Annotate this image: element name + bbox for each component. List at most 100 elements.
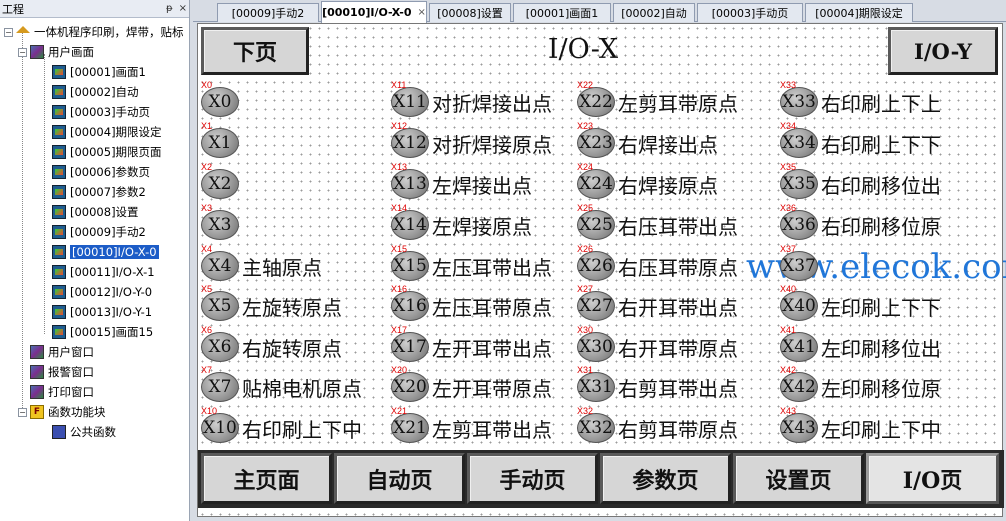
tree-page-item[interactable]: [00003]手动页 (52, 102, 150, 122)
tree-page-item[interactable]: [00013]I/O-Y-1 (52, 302, 152, 322)
tree-page-item[interactable]: [00009]手动2 (52, 222, 146, 242)
indicator-lamp-icon: X12 (391, 128, 429, 158)
tab-item[interactable]: [00002]自动 (613, 3, 695, 22)
indicator-lamp-icon: X41 (780, 332, 818, 362)
io-indicator: X14 X14 左焊接原点 (391, 204, 532, 241)
io-address-tag: X22 (577, 80, 594, 90)
indicator-lamp-icon: X31 (577, 372, 615, 402)
tree-page-item[interactable]: [00015]画面15 (52, 322, 153, 342)
tree-user-window[interactable]: 用户窗口 (30, 342, 94, 362)
nav-bar: 主页面 自动页 手动页 参数页 设置页 I/O页 (198, 450, 1004, 508)
tree-page-item[interactable]: [00006]参数页 (52, 162, 150, 182)
collapse-icon[interactable]: − (18, 407, 27, 417)
io-label: 右印刷上下下 (821, 132, 941, 157)
io-label: 左印刷上下下 (821, 295, 941, 320)
io-label: 左印刷移位出 (821, 336, 941, 361)
io-indicator: X35 X35 右印刷移位出 (780, 163, 941, 200)
tree-item-label: [00002]自动 (70, 85, 139, 99)
tree-item-label: [00013]I/O-Y-1 (70, 305, 153, 319)
indicator-lamp-icon: X5 (201, 291, 239, 321)
prev-page-button[interactable]: 下页 (201, 27, 309, 75)
tree-root[interactable]: − 一体机程序印刷，焊带，贴标 (4, 22, 184, 42)
tree-alarm-window[interactable]: 报警窗口 (30, 362, 94, 382)
tab-item[interactable]: [00003]手动页 (697, 3, 803, 22)
indicator-lamp-icon: X2 (201, 169, 239, 199)
tree-page-item[interactable]: [00004]期限设定 (52, 122, 162, 142)
tree-header: 工程 ᵽ × (0, 0, 189, 18)
io-indicator: X26 X26 右压耳带原点 (577, 245, 738, 282)
function-block-icon: F (30, 405, 44, 419)
io-address-tag: X4 (201, 244, 213, 254)
tab-item[interactable]: [00001]画面1 (513, 3, 611, 22)
tree-page-item[interactable]: [00002]自动 (52, 82, 139, 102)
io-indicator: X2 X2 (201, 163, 242, 200)
collapse-icon[interactable]: − (4, 27, 13, 37)
io-address-tag: X11 (391, 80, 407, 90)
nav-button[interactable]: I/O页 (866, 453, 999, 504)
io-label: 右印刷移位出 (821, 173, 941, 198)
tree-page-item[interactable]: [00012]I/O-Y-0 (52, 282, 152, 302)
nav-button[interactable]: 自动页 (334, 453, 465, 504)
io-label: 右印刷上下上 (821, 91, 941, 116)
indicator-lamp-icon: X22 (577, 87, 615, 117)
io-indicator: X11 X11 对折焊接出点 (391, 80, 552, 118)
pin-icon[interactable]: ᵽ (166, 3, 173, 14)
io-indicator: X25 X25 右压耳带出点 (577, 203, 738, 241)
tab-label: [00003]手动页 (711, 7, 789, 20)
page-icon (52, 245, 66, 259)
page-icon (52, 205, 66, 219)
io-indicator: X24 X24 右焊接原点 (577, 162, 718, 200)
tree-page-item[interactable]: [00011]I/O-X-1 (52, 262, 155, 282)
nav-button[interactable]: 参数页 (600, 453, 731, 504)
tree-item-label: 报警窗口 (48, 365, 94, 379)
tab-close-icon[interactable]: × (418, 7, 426, 18)
tree-function-blocks[interactable]: − F 函数功能块 (18, 402, 106, 422)
indicator-lamp-icon: X3 (201, 210, 239, 240)
close-icon[interactable]: × (179, 3, 187, 14)
tab-item[interactable]: [00009]手动2 (217, 3, 319, 22)
nav-button[interactable]: 主页面 (201, 453, 332, 504)
tree-public-functions[interactable]: 公共函数 (52, 422, 116, 442)
page-title: I/O-X (547, 34, 619, 65)
tree-print-window[interactable]: 打印窗口 (30, 382, 94, 402)
tree-item-label: 一体机程序印刷，焊带，贴标 (34, 25, 184, 39)
tab-item[interactable]: [00010]I/O-X-0 × (321, 1, 427, 23)
print-window-icon (30, 385, 44, 399)
tree-item-label: [00012]I/O-Y-0 (70, 285, 153, 299)
tree-item-label: [00015]画面15 (70, 325, 154, 339)
indicator-lamp-icon: X13 (391, 169, 429, 199)
indicator-lamp-icon: X14 (391, 210, 429, 240)
indicator-lamp-icon: X0 (201, 87, 239, 117)
nav-button[interactable]: 手动页 (467, 453, 598, 504)
tree-page-item[interactable]: [00010]I/O-X-0 (52, 242, 159, 262)
collapse-icon[interactable]: − (18, 47, 27, 57)
io-address-tag: X13 (391, 162, 408, 172)
io-address-tag: X25 (577, 203, 594, 213)
io-label: 对折焊接出点 (432, 91, 552, 116)
io-indicator: X20 X20 左开耳带原点 (391, 366, 552, 403)
indicator-lamp-icon: X40 (780, 291, 818, 321)
io-address-tag: X24 (577, 162, 594, 172)
indicator-lamp-icon: X30 (577, 332, 615, 362)
indicator-lamp-icon: X42 (780, 372, 818, 402)
io-address-tag: X43 (780, 406, 797, 416)
tree-page-item[interactable]: [00001]画面1 (52, 62, 146, 82)
tab-item[interactable]: [00008]设置 (429, 3, 511, 22)
io-indicator: X10 X10 右印刷上下中 (201, 407, 362, 444)
tree-item-label: [00010]I/O-X-0 (70, 245, 159, 259)
io-y-button[interactable]: I/O-Y (888, 27, 998, 75)
indicator-lamp-icon: X21 (391, 413, 429, 443)
nav-button[interactable]: 设置页 (733, 453, 864, 504)
io-indicator: X41 X41 左印刷移位出 (780, 326, 941, 363)
io-indicator: X0 X0 (201, 81, 242, 118)
indicator-lamp-icon: X33 (780, 87, 818, 117)
tab-item[interactable]: [00004]期限设定 (805, 3, 913, 22)
io-indicator: X17 X17 左开耳带出点 (391, 326, 552, 363)
indicator-lamp-icon: X1 (201, 128, 239, 158)
tree-page-item[interactable]: [00008]设置 (52, 202, 139, 222)
indicator-lamp-icon: X27 (577, 291, 615, 321)
tree-user-screens[interactable]: − 用户画面 (18, 42, 94, 62)
tree-page-item[interactable]: [00005]期限页面 (52, 142, 162, 162)
tree-page-item[interactable]: [00007]参数2 (52, 182, 146, 202)
io-indicator: X36 X36 右印刷移位原 (780, 204, 941, 241)
